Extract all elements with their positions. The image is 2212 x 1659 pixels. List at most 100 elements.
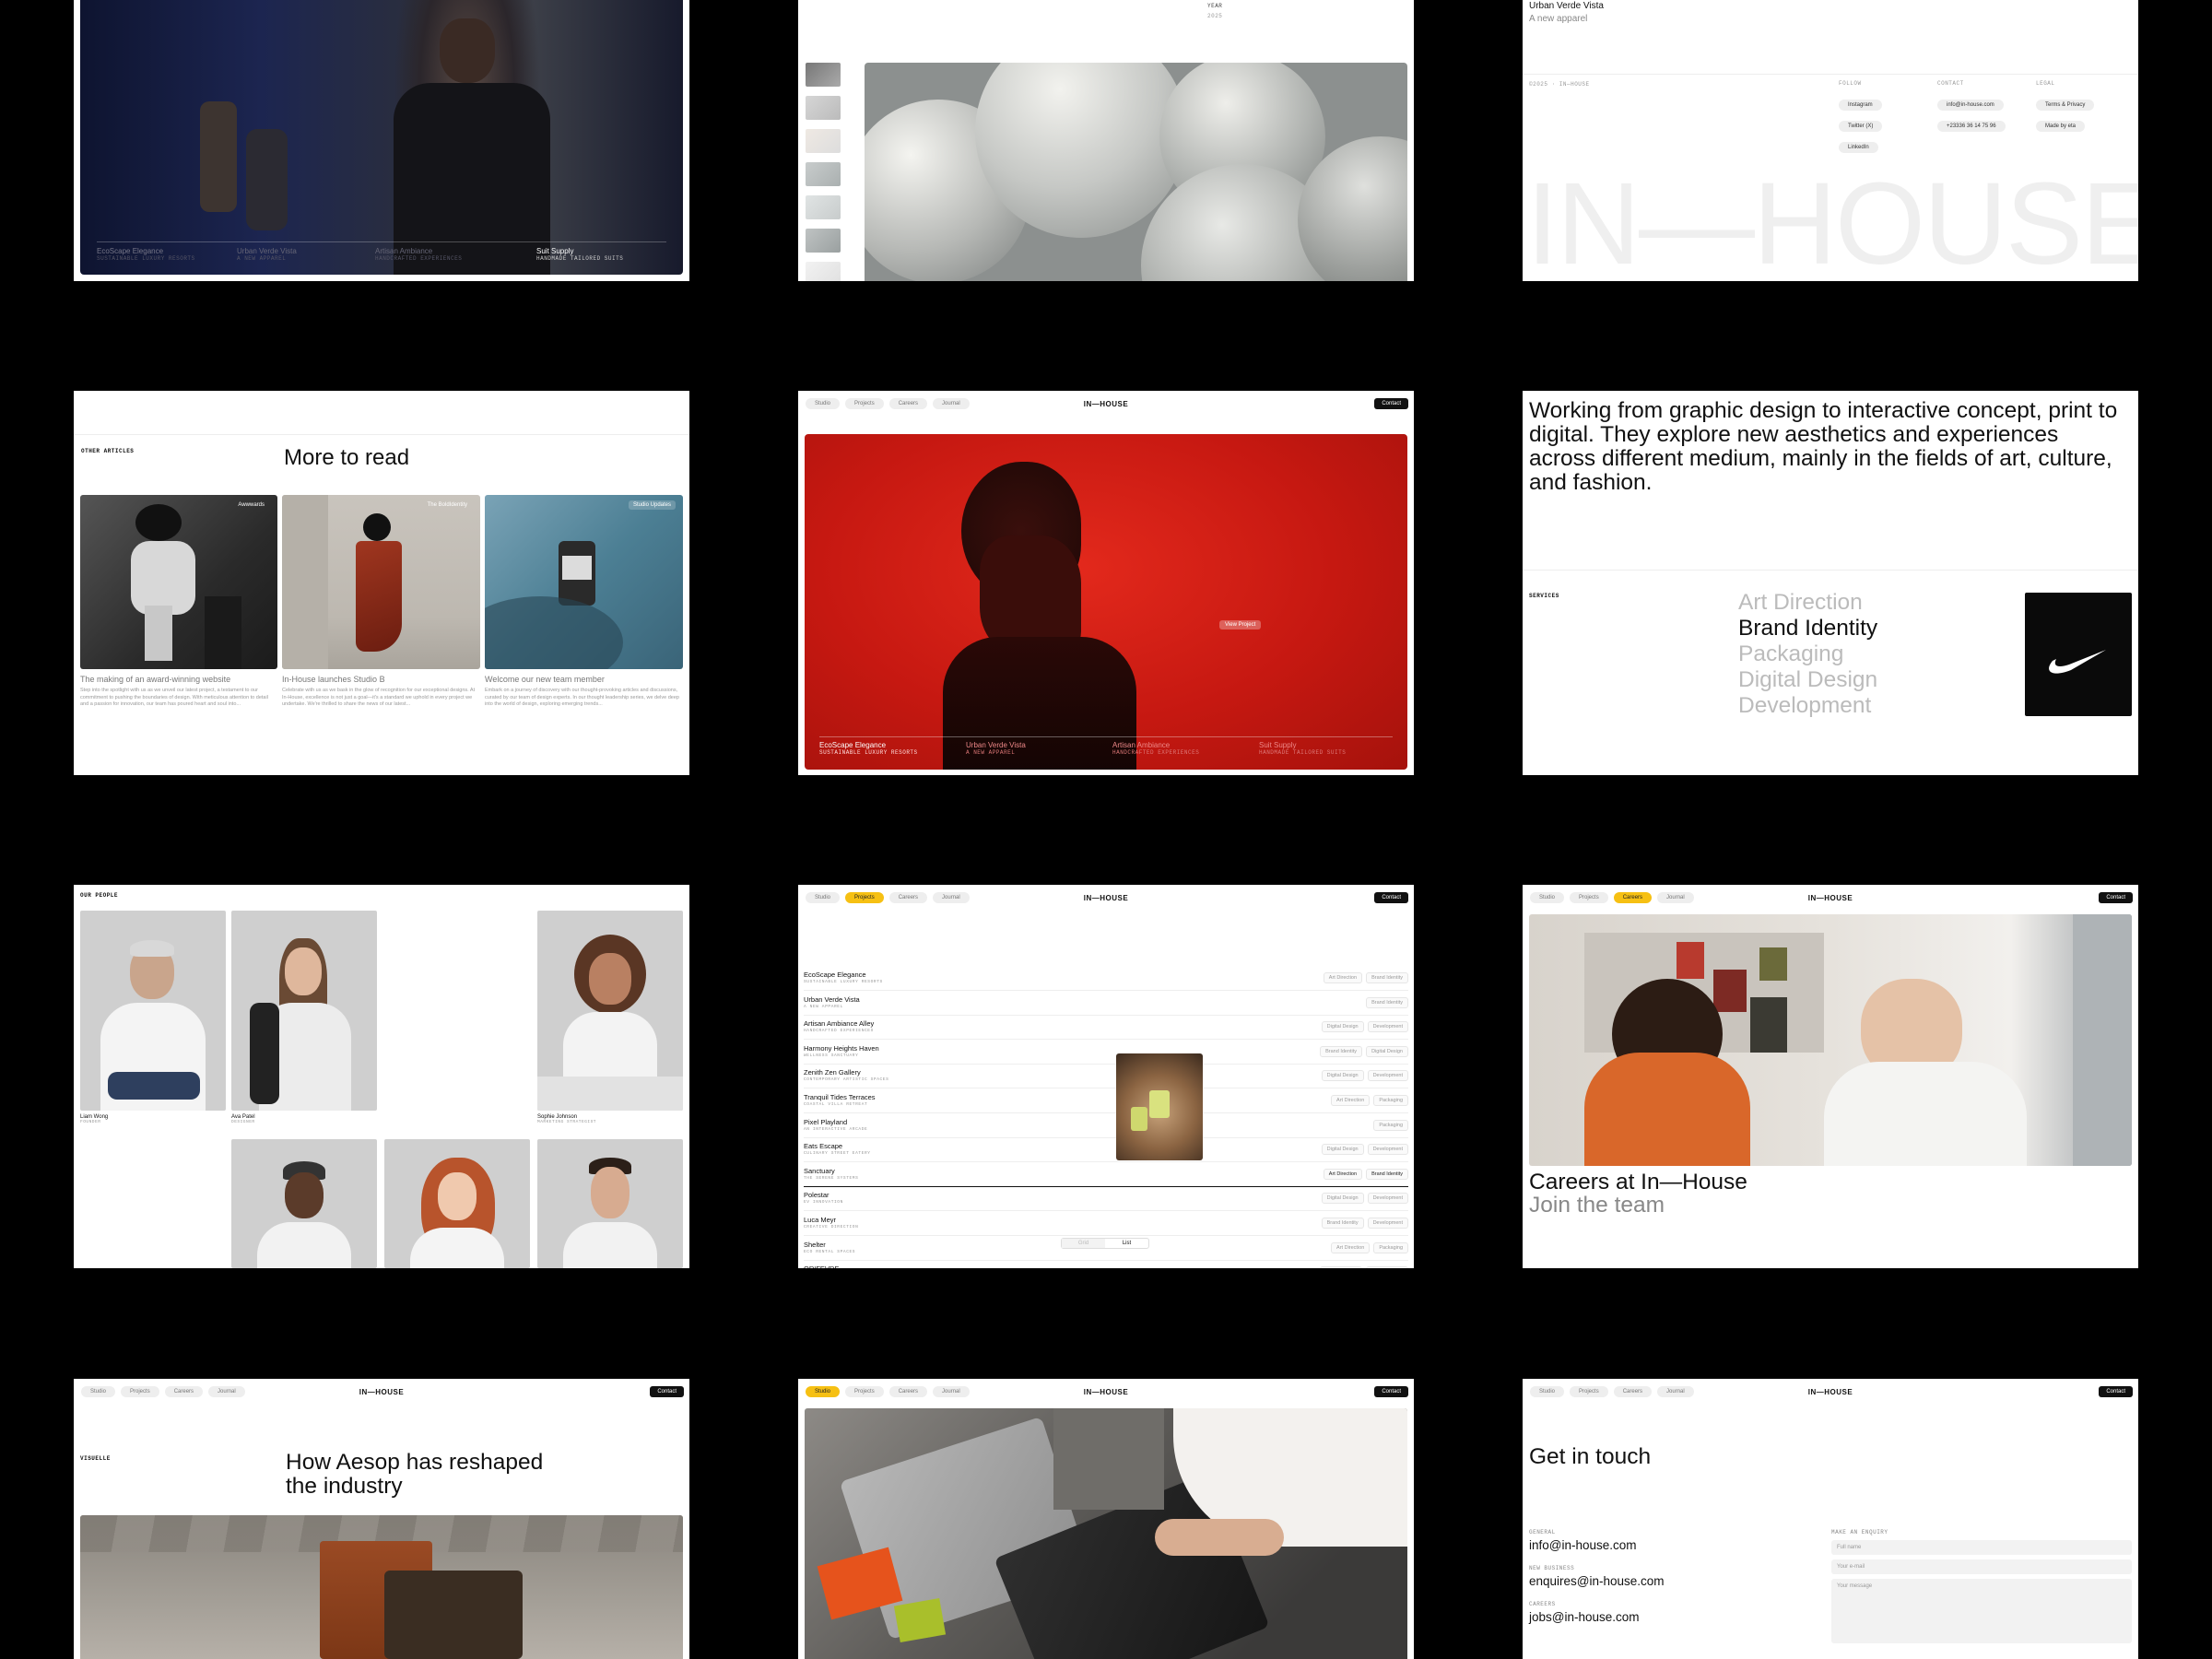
nav-studio[interactable]: Studio [806,398,841,409]
thumbnail[interactable] [806,129,841,153]
site-logo[interactable]: IN—HOUSE [1808,1388,1853,1396]
contact-button[interactable]: Contact [1374,1386,1408,1397]
article-card[interactable]: The BoldIdentity In-House launches Studi… [282,495,480,709]
contact-button[interactable]: Contact [2099,1386,2133,1397]
twitter-link[interactable]: Twitter (X) [1839,121,1883,132]
slide-caption-2[interactable]: Urban Verde Vista A NEW APPAREL [966,741,1104,756]
nav-studio[interactable]: Studio [1530,892,1565,903]
project-row[interactable]: Luca Meyr CREATIVE DIRECTION Brand Identit… [804,1212,1408,1236]
linkedin-link[interactable]: LinkedIn [1839,142,1878,153]
nav-journal[interactable]: Journal [1657,892,1694,903]
slide-caption-1[interactable]: EcoScape Elegance SUSTAINABLE LUXURY RES… [819,741,958,756]
project-row[interactable]: Tranquil Tides Terraces COASTAL VILLA RET… [804,1089,1408,1113]
careers-email[interactable]: jobs@in-house.com [1529,1610,1640,1624]
nav-careers[interactable]: Careers [164,1386,204,1397]
thumbnail[interactable] [806,63,841,87]
email-field[interactable]: Your e-mail [1831,1559,2132,1574]
nav-studio[interactable]: Studio [806,1386,841,1397]
legal-label: LEGAL [2036,80,2055,87]
project-row[interactable]: Zenith Zen Gallery CONTEMPORARY ARTISTIC … [804,1065,1408,1089]
site-logo[interactable]: IN—HOUSE [1808,894,1853,902]
nav-studio[interactable]: Studio [1530,1386,1565,1397]
grid-view-button[interactable]: Grid [1062,1239,1105,1248]
slide-caption-1[interactable]: EcoScape Elegance SUSTAINABLE LUXURY RES… [97,247,226,262]
list-view-button[interactable]: List [1105,1239,1148,1248]
credit-link[interactable]: Made by eta [2036,121,2086,132]
person-photo[interactable] [384,1139,530,1268]
person-photo[interactable] [537,1139,683,1268]
contact-button[interactable]: Contact [650,1386,684,1397]
person-card[interactable]: Liam Wong FOUNDER [80,911,226,1124]
project-subtitle: CREATIVE DIRECTION [804,1225,859,1230]
contact-button[interactable]: Contact [1374,892,1408,903]
full-name-field[interactable]: Full name [1831,1540,2132,1555]
thumbnail[interactable] [806,96,841,120]
project-subtitle: A NEW APPAREL [804,1004,843,1009]
site-logo[interactable]: IN—HOUSE [1084,894,1128,902]
nav-projects[interactable]: Projects [845,892,884,903]
nav-journal[interactable]: Journal [933,1386,970,1397]
nav-careers[interactable]: Careers [888,892,928,903]
nav-studio[interactable]: Studio [806,892,841,903]
nav-projects[interactable]: Projects [845,1386,884,1397]
slide-caption-3[interactable]: Artisan Ambiance HANDCRAFTED EXPERIENCES [375,247,504,262]
year-value: 2025 [1207,13,1223,19]
nav-journal[interactable]: Journal [1657,1386,1694,1397]
nav-projects[interactable]: Projects [845,398,884,409]
email-link[interactable]: info@in-house.com [1937,100,2004,111]
business-email[interactable]: enquires@in-house.com [1529,1574,1665,1588]
nav-journal[interactable]: Journal [208,1386,245,1397]
service-brand-identity[interactable]: Brand Identity [1738,616,1877,641]
phone-link[interactable]: +23336 36 14 75 96 [1937,121,2006,132]
nav-projects[interactable]: Projects [1570,892,1608,903]
person-card[interactable]: Sophie Johnson MARKETING STRATEGIST [537,911,683,1124]
nav-projects[interactable]: Projects [1570,1386,1608,1397]
project-row[interactable]: ORIFEVRE Digital DesignBrand Identity [804,1261,1408,1268]
service-development[interactable]: Development [1738,693,1877,719]
message-field[interactable]: Your message [1831,1579,2132,1643]
service-digital-design[interactable]: Digital Design [1738,667,1877,693]
site-logo[interactable]: IN—HOUSE [1084,400,1128,408]
contact-button[interactable]: Contact [2099,892,2133,903]
thumbnail[interactable] [806,229,841,253]
nav-journal[interactable]: Journal [933,892,970,903]
project-row[interactable]: Eats Escape CULINARY STREET EATERY Digital… [804,1138,1408,1163]
thumbnail[interactable] [806,195,841,219]
thumbnail[interactable] [806,162,841,186]
nav-studio[interactable]: Studio [81,1386,116,1397]
thumbnail[interactable] [806,262,841,281]
article-card[interactable]: Studio Updates Welcome our new team memb… [485,495,683,709]
project-row[interactable]: EcoScape Elegance SUSTAINABLE LUXURY RESO… [804,967,1408,991]
footer-project-title[interactable]: Urban Verde Vista [1529,1,1604,11]
project-row[interactable]: Polestar EV INNOVATION Digital Design Devel… [804,1187,1408,1212]
slide-caption-3[interactable]: Artisan Ambiance HANDCRAFTED EXPERIENCES [1112,741,1251,756]
project-tag: Development [1367,1021,1408,1033]
nav-careers[interactable]: Careers [1613,892,1653,903]
contact-button[interactable]: Contact [1374,398,1408,409]
nav-careers[interactable]: Careers [1613,1386,1653,1397]
service-art-direction[interactable]: Art Direction [1738,590,1877,616]
nav-projects[interactable]: Projects [121,1386,159,1397]
general-email[interactable]: info@in-house.com [1529,1538,1637,1552]
careers-subheading[interactable]: Join the team [1529,1193,1665,1218]
article-card[interactable]: Awwwards The making of an award-winning … [80,495,277,709]
nav-careers[interactable]: Careers [888,1386,928,1397]
service-packaging[interactable]: Packaging [1738,641,1877,667]
view-project-button[interactable]: View Project [1219,620,1262,629]
nav-careers[interactable]: Careers [888,398,928,409]
nav-journal[interactable]: Journal [933,398,970,409]
site-logo[interactable]: IN—HOUSE [1084,1388,1128,1396]
project-row[interactable]: Pixel Playland AN INTERACTIVE ARCADE Packa… [804,1114,1408,1138]
person-card[interactable]: Ava Patel DESIGNER [231,911,377,1124]
site-logo[interactable]: IN—HOUSE [359,1388,404,1396]
project-row[interactable]: Urban Verde Vista A NEW APPAREL Brand Iden… [804,992,1408,1016]
project-row[interactable]: Harmony Heights Haven WELLNESS SANCTUARY B… [804,1041,1408,1065]
project-row[interactable]: Sanctuary THE SERENE SYSTEMS Art Direction… [804,1163,1408,1187]
slide-caption-4[interactable]: Suit Supply HANDMADE TAILORED SUITS [1259,741,1397,756]
person-photo[interactable] [231,1139,377,1268]
slide-caption-2[interactable]: Urban Verde Vista A NEW APPAREL [237,247,366,262]
instagram-link[interactable]: Instagram [1839,100,1882,111]
slide-caption-4[interactable]: Suit Supply HANDMADE TAILORED SUITS [536,247,665,262]
terms-link[interactable]: Terms & Privacy [2036,100,2095,111]
project-row[interactable]: Artisan Ambiance Alley HANDCRAFTED EXPERI… [804,1016,1408,1041]
